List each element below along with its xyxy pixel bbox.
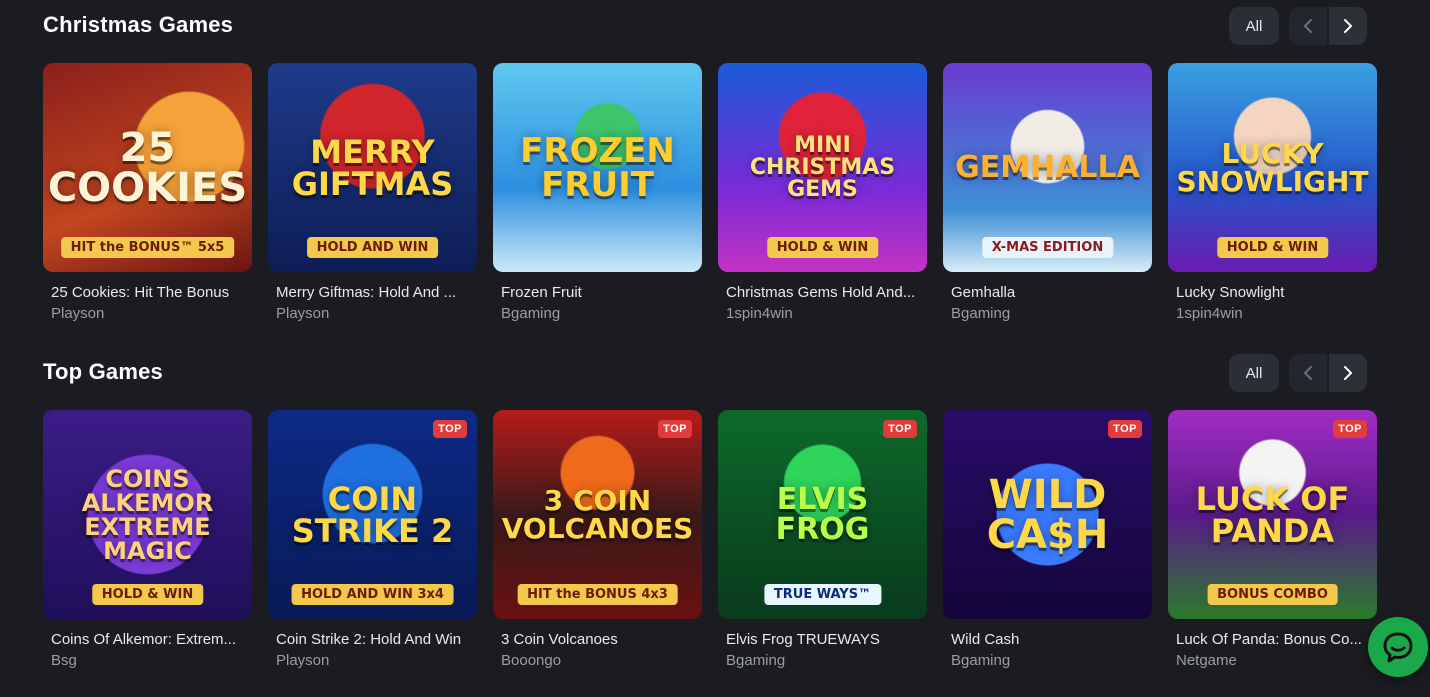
game-card[interactable]: 25 Cookies HIT the BONUS™ 5x5 25 Cookies… (43, 63, 252, 322)
game-name[interactable]: 3 Coin Volcanoes (501, 631, 697, 648)
game-art-subtitle: HOLD & WIN (1216, 237, 1329, 258)
game-art-title: Elvis Frog (775, 481, 870, 547)
game-provider: Playson (276, 305, 330, 322)
christmas-games-section: Christmas Games All 25 Cookies HIT the B… (43, 0, 1377, 322)
game-provider: Bgaming (951, 652, 1011, 669)
game-art-title: Lucky Snowlight (1176, 136, 1369, 198)
game-name[interactable]: Coin Strike 2: Hold And Win (276, 631, 472, 648)
game-card[interactable]: TOP Coin Strike 2 HOLD AND WIN 3x4 Coin … (268, 410, 477, 669)
game-provider: 1spin4win (726, 305, 793, 322)
game-name[interactable]: Wild Cash (951, 631, 1147, 648)
next-button[interactable] (1329, 7, 1367, 45)
game-art-title: Coins Alkemor Extreme Magic (81, 464, 214, 565)
game-name[interactable]: Frozen Fruit (501, 284, 697, 301)
game-name[interactable]: Coins Of Alkemor: Extrem... (51, 631, 247, 648)
game-art-title: Luck of Panda (1195, 479, 1350, 550)
top-games-section: Top Games All Coins Alkemor Extreme Magi… (43, 347, 1377, 669)
game-thumbnail[interactable]: TOP 3 Coin Volcanoes HIT the BONUS 4x3 (493, 410, 702, 619)
game-card[interactable]: TOP Wild Ca$h Wild Cash Bgaming (943, 410, 1152, 669)
chevron-left-icon (1304, 19, 1312, 33)
game-name[interactable]: Merry Giftmas: Hold And ... (276, 284, 472, 301)
game-art-title: Merry Giftmas (291, 132, 454, 203)
chat-bubble-icon (1383, 632, 1413, 663)
game-name[interactable]: Luck Of Panda: Bonus Co... (1176, 631, 1372, 648)
game-art-subtitle: HIT the BONUS 4x3 (517, 584, 678, 605)
game-thumbnail[interactable]: TOP Coin Strike 2 HOLD AND WIN 3x4 (268, 410, 477, 619)
game-provider: Bsg (51, 652, 77, 669)
game-thumbnail[interactable]: Merry Giftmas HOLD AND WIN (268, 63, 477, 272)
game-thumbnail[interactable]: TOP Elvis Frog TRUE WAYS™ (718, 410, 927, 619)
game-art-subtitle: TRUE WAYS™ (763, 584, 882, 605)
chevron-right-icon (1344, 366, 1352, 380)
game-card[interactable]: Coins Alkemor Extreme Magic HOLD & WIN C… (43, 410, 252, 669)
game-art-subtitle: BONUS COMBO (1207, 584, 1338, 605)
carousel-controls: All (1229, 7, 1367, 45)
game-card[interactable]: TOP 3 Coin Volcanoes HIT the BONUS 4x3 3… (493, 410, 702, 669)
game-thumbnail[interactable]: Gemhalla X-MAS EDITION (943, 63, 1152, 272)
game-card[interactable]: Lucky Snowlight HOLD & WIN Lucky Snowlig… (1168, 63, 1377, 322)
game-thumbnail[interactable]: 25 Cookies HIT the BONUS™ 5x5 (43, 63, 252, 272)
game-card[interactable]: Gemhalla X-MAS EDITION Gemhalla Bgaming (943, 63, 1152, 322)
chevron-right-icon (1344, 19, 1352, 33)
view-all-button[interactable]: All (1229, 354, 1279, 392)
game-thumbnail[interactable]: TOP Luck of Panda BONUS COMBO (1168, 410, 1377, 619)
game-provider: Playson (276, 652, 330, 669)
game-art-subtitle: HOLD & WIN (91, 584, 204, 605)
game-art-title: Wild Ca$h (986, 471, 1109, 558)
carousel-arrows (1289, 7, 1367, 45)
game-thumbnail[interactable]: Lucky Snowlight HOLD & WIN (1168, 63, 1377, 272)
section-header: Christmas Games All (43, 0, 1377, 63)
top-badge: TOP (433, 420, 467, 438)
game-name[interactable]: 25 Cookies: Hit The Bonus (51, 284, 247, 301)
game-provider: Bgaming (726, 652, 786, 669)
game-provider: Booongo (501, 652, 562, 669)
top-badge: TOP (1108, 420, 1142, 438)
game-art-title: Frozen Fruit (520, 130, 675, 205)
top-badge: TOP (658, 420, 692, 438)
game-provider: Bgaming (951, 305, 1011, 322)
next-button[interactable] (1329, 354, 1367, 392)
game-provider: Netgame (1176, 652, 1237, 669)
game-art-subtitle: HOLD & WIN (766, 237, 879, 258)
section-title: Christmas Games (43, 12, 234, 37)
game-name[interactable]: Elvis Frog TRUEWAYS (726, 631, 922, 648)
section-title: Top Games (43, 359, 163, 384)
game-card[interactable]: Frozen Fruit Frozen Fruit Bgaming (493, 63, 702, 322)
game-card[interactable]: TOP Luck of Panda BONUS COMBO Luck Of Pa… (1168, 410, 1377, 669)
games-grid: Coins Alkemor Extreme Magic HOLD & WIN C… (43, 410, 1377, 669)
game-provider: Bgaming (501, 305, 561, 322)
game-art-title: Gemhalla (955, 149, 1140, 185)
prev-button[interactable] (1289, 354, 1327, 392)
section-header: Top Games All (43, 347, 1377, 410)
game-card[interactable]: Merry Giftmas HOLD AND WIN Merry Giftmas… (268, 63, 477, 322)
game-name[interactable]: Christmas Gems Hold And... (726, 284, 922, 301)
game-card[interactable]: Mini Christmas Gems HOLD & WIN Christmas… (718, 63, 927, 322)
chevron-left-icon (1304, 366, 1312, 380)
game-art-subtitle: HOLD AND WIN (306, 237, 439, 258)
game-thumbnail[interactable]: TOP Wild Ca$h (943, 410, 1152, 619)
game-provider: Playson (51, 305, 105, 322)
game-art-title: 3 Coin Volcanoes (501, 483, 694, 545)
game-art-subtitle: HIT the BONUS™ 5x5 (60, 237, 235, 258)
live-chat-button[interactable] (1368, 617, 1428, 677)
carousel-arrows (1289, 354, 1367, 392)
game-art-title: 25 Cookies (47, 124, 248, 211)
game-thumbnail[interactable]: Coins Alkemor Extreme Magic HOLD & WIN (43, 410, 252, 619)
games-grid: 25 Cookies HIT the BONUS™ 5x5 25 Cookies… (43, 63, 1377, 322)
view-all-button[interactable]: All (1229, 7, 1279, 45)
game-art-title: Mini Christmas Gems (749, 132, 896, 202)
game-art-subtitle: X-MAS EDITION (981, 237, 1114, 258)
game-provider: 1spin4win (1176, 305, 1243, 322)
top-badge: TOP (883, 420, 917, 438)
top-badge: TOP (1333, 420, 1367, 438)
game-thumbnail[interactable]: Mini Christmas Gems HOLD & WIN (718, 63, 927, 272)
carousel-controls: All (1229, 354, 1367, 392)
game-art-subtitle: HOLD AND WIN 3x4 (291, 584, 454, 605)
game-card[interactable]: TOP Elvis Frog TRUE WAYS™ Elvis Frog TRU… (718, 410, 927, 669)
prev-button[interactable] (1289, 7, 1327, 45)
game-thumbnail[interactable]: Frozen Fruit (493, 63, 702, 272)
game-name[interactable]: Gemhalla (951, 284, 1147, 301)
game-name[interactable]: Lucky Snowlight (1176, 284, 1372, 301)
game-art-title: Coin Strike 2 (291, 479, 454, 550)
